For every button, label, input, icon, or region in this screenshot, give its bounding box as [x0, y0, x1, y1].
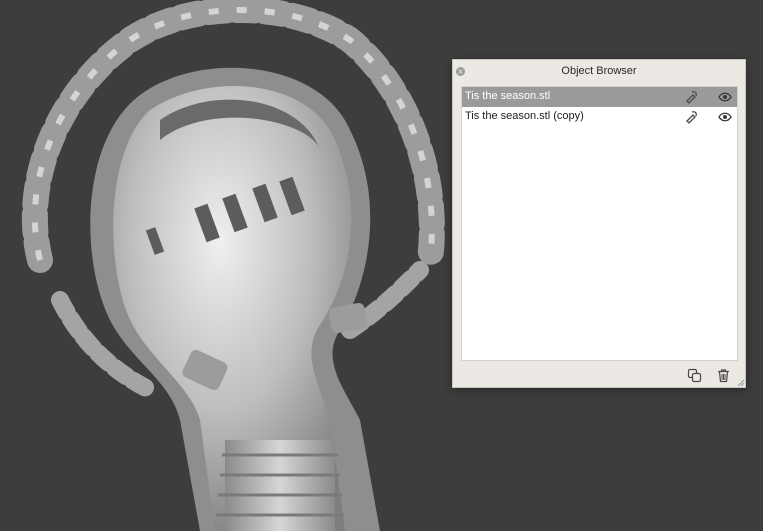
resize-grip-icon[interactable]	[735, 377, 745, 387]
trash-icon[interactable]	[716, 368, 731, 383]
object-name: Tis the season.stl (copy)	[465, 110, 584, 122]
object-browser-panel: × Object Browser Tis the season.stl Tis …	[452, 59, 746, 388]
duplicate-icon[interactable]	[687, 368, 702, 383]
light-bulb-model	[21, 0, 445, 531]
object-name: Tis the season.stl	[465, 90, 551, 102]
paint-pointer-icon[interactable]	[684, 90, 698, 104]
list-item[interactable]: Tis the season.stl	[462, 87, 737, 107]
eye-icon[interactable]	[718, 110, 732, 124]
object-list[interactable]: Tis the season.stl Tis the season.stl (c…	[461, 86, 738, 361]
panel-titlebar[interactable]: × Object Browser	[453, 60, 745, 82]
list-item[interactable]: Tis the season.stl (copy)	[462, 107, 737, 127]
panel-title: Object Browser	[561, 65, 637, 77]
paint-pointer-icon[interactable]	[684, 110, 698, 124]
eye-icon[interactable]	[718, 90, 732, 104]
